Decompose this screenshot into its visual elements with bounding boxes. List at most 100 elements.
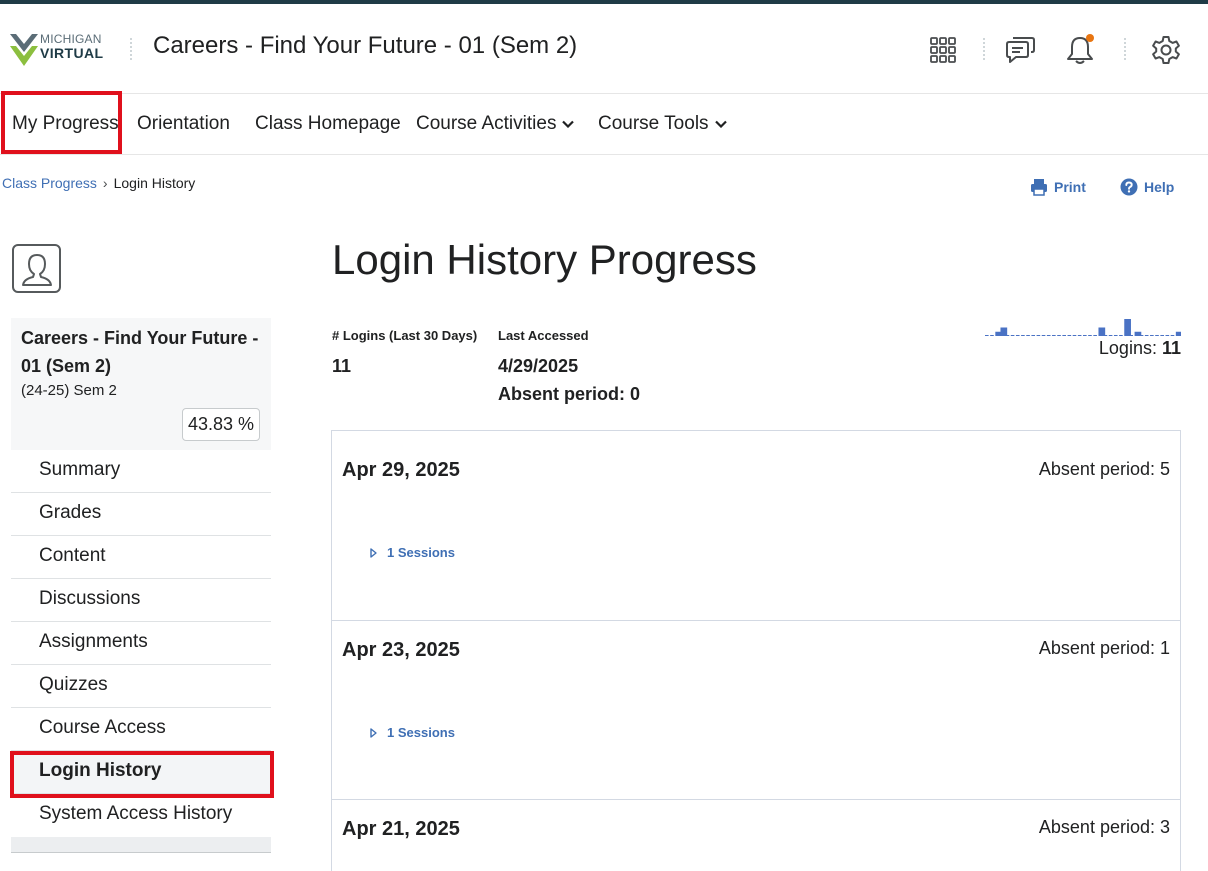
sparkline-bar bbox=[985, 335, 989, 336]
sidebar-item-quizzes[interactable]: Quizzes bbox=[11, 665, 271, 708]
sparkline-bar bbox=[1057, 335, 1061, 336]
bell-icon[interactable] bbox=[1062, 32, 1098, 68]
last-accessed-value: 4/29/2025 bbox=[498, 356, 579, 376]
sparkline-bar bbox=[1144, 335, 1149, 336]
sessions-toggle[interactable]: 1 Sessions bbox=[370, 725, 455, 740]
sparkline-bar bbox=[1067, 335, 1072, 336]
sparkline-bar bbox=[1031, 335, 1036, 336]
entry-date: Apr 21, 2025 bbox=[342, 818, 460, 840]
help-button[interactable]: Help bbox=[1120, 178, 1174, 196]
logo-mark-icon bbox=[10, 34, 38, 66]
help-label: Help bbox=[1144, 179, 1175, 195]
notification-dot bbox=[1086, 34, 1094, 42]
sparkline-bar bbox=[1119, 335, 1123, 336]
logins-count-label: # Logins (Last 30 Days) bbox=[332, 328, 478, 343]
chevron-down-icon bbox=[562, 120, 575, 128]
sparkline-bar bbox=[1052, 335, 1056, 336]
breadcrumb-current: Login History bbox=[113, 175, 196, 191]
sparkline-bar bbox=[1160, 335, 1164, 336]
sparkline-bar bbox=[1026, 335, 1030, 336]
nav-course-activities-label: Course Activities bbox=[416, 113, 557, 134]
entry-absent-period: Absent period: 5 bbox=[1038, 459, 1170, 479]
sparkline-bar bbox=[1129, 335, 1134, 336]
course-card-semester: (24-25) Sem 2 bbox=[21, 382, 117, 399]
entry-absent-period: Absent period: 1 bbox=[1038, 638, 1170, 658]
page-title: Login History Progress bbox=[332, 236, 757, 283]
sparkline-bar bbox=[1108, 335, 1113, 336]
sidebar-item-discussions[interactable]: Discussions bbox=[11, 579, 271, 622]
login-sparkline bbox=[985, 319, 1181, 336]
sessions-toggle[interactable]: 1 Sessions bbox=[370, 545, 455, 560]
sparkline-bar bbox=[1000, 327, 1008, 336]
login-day-entry: Apr 29, 2025 Absent period: 5 1 Sessions bbox=[332, 431, 1180, 621]
sparkline-bar bbox=[1103, 335, 1108, 336]
header: MICHIGAN VIRTUAL Careers - Find Your Fut… bbox=[0, 4, 1208, 94]
login-history-list: Apr 29, 2025 Absent period: 5 1 Sessions… bbox=[331, 430, 1181, 871]
apps-grid-icon[interactable] bbox=[925, 32, 961, 68]
help-icon bbox=[1120, 178, 1138, 196]
sessions-label: 1 Sessions bbox=[387, 725, 455, 740]
nav-orientation[interactable]: Orientation bbox=[137, 113, 230, 135]
course-card-title: Careers - Find Your Future - 01 (Sem 2) bbox=[21, 328, 259, 376]
sparkline-bar bbox=[1010, 335, 1015, 336]
nav-course-tools[interactable]: Course Tools bbox=[598, 113, 727, 135]
highlight-box-my-progress bbox=[1, 91, 122, 154]
logo-line-1: MICHIGAN bbox=[40, 32, 102, 46]
logins-count-value: 11 bbox=[332, 356, 352, 376]
header-divider bbox=[983, 38, 985, 60]
sparkline-bar bbox=[1062, 335, 1066, 336]
sidebar-item-system-access-history[interactable]: System Access History bbox=[11, 794, 271, 837]
gear-icon[interactable] bbox=[1148, 32, 1184, 68]
logins-total-value: 11 bbox=[1161, 338, 1181, 358]
sparkline-bar bbox=[1046, 335, 1051, 336]
nav-course-activities[interactable]: Course Activities bbox=[416, 113, 575, 135]
sparkline-bar bbox=[1088, 335, 1092, 336]
sidebar-footer bbox=[11, 837, 271, 853]
print-label: Print bbox=[1054, 179, 1086, 195]
caret-right-icon bbox=[370, 727, 377, 738]
print-button[interactable]: Print bbox=[1030, 178, 1086, 196]
sparkline-bar bbox=[1083, 335, 1087, 336]
login-day-entry: Apr 23, 2025 Absent period: 1 1 Sessions bbox=[332, 621, 1180, 800]
chat-icon[interactable] bbox=[1002, 32, 1038, 68]
header-divider bbox=[130, 38, 132, 60]
course-title[interactable]: Careers - Find Your Future - 01 (Sem 2) bbox=[153, 32, 577, 60]
printer-icon bbox=[1031, 179, 1047, 196]
breadcrumb-class-progress[interactable]: Class Progress bbox=[2, 175, 97, 191]
sparkline-bar bbox=[1036, 335, 1041, 336]
sparkline-bar bbox=[1165, 335, 1170, 336]
sparkline-bar bbox=[1175, 331, 1181, 336]
sidebar-item-summary[interactable]: Summary bbox=[11, 450, 271, 493]
nav-course-tools-label: Course Tools bbox=[598, 113, 709, 134]
sparkline-bar bbox=[1041, 335, 1046, 336]
sparkline-bar bbox=[1015, 335, 1020, 336]
course-navbar: My Progress Orientation Class Homepage C… bbox=[0, 95, 1208, 155]
michigan-virtual-logo[interactable]: MICHIGAN VIRTUAL bbox=[10, 32, 114, 70]
breadcrumb: Class Progress › Login History bbox=[2, 175, 195, 191]
sidebar-item-content[interactable]: Content bbox=[11, 536, 271, 579]
sparkline-bar bbox=[990, 335, 994, 336]
course-summary-card: Careers - Find Your Future - 01 (Sem 2) … bbox=[11, 318, 271, 450]
nav-class-homepage[interactable]: Class Homepage bbox=[255, 113, 401, 135]
sparkline-bar bbox=[1072, 335, 1077, 336]
sparkline-bar bbox=[1124, 319, 1131, 336]
logo-line-2: VIRTUAL bbox=[40, 45, 104, 61]
sidebar-item-grades[interactable]: Grades bbox=[11, 493, 271, 536]
course-grade-percent: 43.83 % bbox=[182, 408, 261, 441]
entry-date: Apr 29, 2025 bbox=[342, 459, 460, 481]
header-divider bbox=[1124, 38, 1126, 60]
last-accessed-label: Last Accessed bbox=[498, 328, 589, 343]
sparkline-bar bbox=[1170, 335, 1175, 336]
login-day-entry: Apr 21, 2025 Absent period: 3 bbox=[332, 800, 1180, 871]
sparkline-bar bbox=[1139, 335, 1144, 336]
sparkline-bar bbox=[1005, 335, 1010, 336]
sidebar-item-assignments[interactable]: Assignments bbox=[11, 622, 271, 665]
sparkline-bar bbox=[1093, 335, 1097, 336]
highlight-box-login-history bbox=[10, 751, 274, 798]
overall-absent-period: Absent period: 0 bbox=[498, 384, 641, 404]
sparkline-bar bbox=[1098, 327, 1106, 336]
sparkline-bar bbox=[1077, 335, 1082, 336]
sidebar-item-course-access[interactable]: Course Access bbox=[11, 708, 271, 751]
sparkline-bar bbox=[1021, 335, 1025, 336]
entry-absent-period: Absent period: 3 bbox=[1038, 817, 1170, 837]
